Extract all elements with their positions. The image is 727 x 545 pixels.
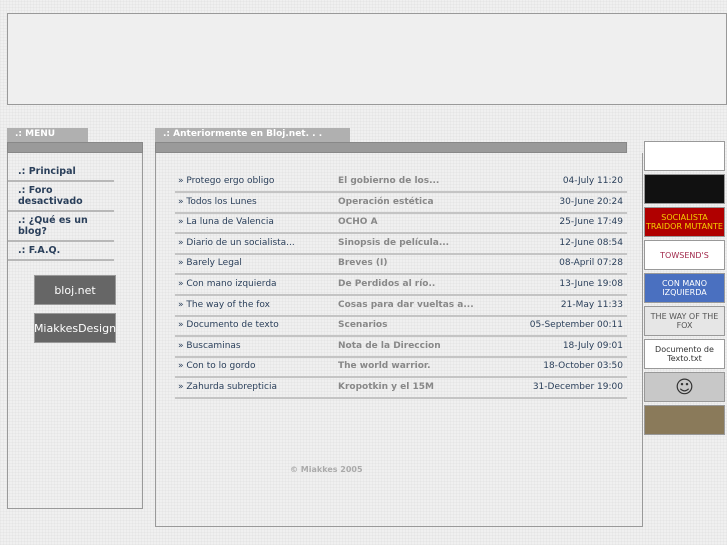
post-date: 04-July 11:20 (562, 176, 623, 186)
bullet-icon: » (178, 279, 184, 289)
side-banner-link[interactable] (644, 174, 725, 204)
post-link[interactable]: » The way of the fox (178, 296, 270, 315)
bullet-icon: » (178, 340, 184, 351)
menu-title: .: MENU (7, 128, 88, 142)
post-title: Diario de un socialista... (186, 237, 295, 248)
table-row: » The way of the fox Cosas para dar vuelt… (175, 296, 627, 317)
post-link[interactable]: » Con mano izquierda (178, 275, 277, 294)
menu-item-foro[interactable]: .: Foro desactivado (8, 182, 114, 212)
post-link[interactable]: » Barely Legal (178, 254, 242, 273)
post-date: 31-December 19:00 (532, 382, 623, 392)
comment-link[interactable]: Nota de la Direccion (338, 337, 441, 356)
bullet-icon: » (178, 237, 184, 248)
table-row: » Protego ergo obligo El gobierno de los.… (175, 172, 627, 193)
post-date: 21-May 11:33 (560, 299, 623, 310)
comment-link[interactable]: De Perdidos al río.. (338, 275, 435, 294)
miakkes-logo[interactable]: MiakkesDesign (34, 313, 116, 343)
comment-link[interactable]: OCHO A (338, 213, 378, 232)
bullet-icon: » (178, 176, 184, 186)
table-row: » Todos los Lunes Operación estética 30-Ju… (175, 193, 627, 214)
post-date: 25-June 17:49 (559, 217, 623, 228)
bloj-logo[interactable]: bloj.net (34, 275, 116, 305)
bullet-icon: » (178, 258, 184, 269)
bullet-icon: » (178, 320, 184, 331)
main-title: .: Anteriormente en Bloj.net. . . (155, 128, 350, 142)
post-link[interactable]: » La luna de Valencia (178, 213, 274, 232)
post-title: Barely Legal (186, 258, 242, 269)
menu-item-faq[interactable]: .: F.A.Q. (8, 242, 114, 261)
comment-link[interactable]: Scenarios (338, 316, 387, 335)
table-row: » Barely Legal Breves (I) 08-April 07:28 (175, 254, 627, 276)
post-link[interactable]: » Con to lo gordo (178, 357, 256, 376)
main-panel: .: Anteriormente en Bloj.net. . . » Prot… (155, 128, 643, 527)
menu-panel: .: MENU .: Principal .: Foro desactivado… (7, 128, 143, 509)
comment-link[interactable]: Cosas para dar vueltas a... (338, 296, 474, 315)
main-header-strip (155, 142, 627, 153)
table-row: » Buscaminas Nota de la Direccion 18-July … (175, 337, 627, 358)
post-date: 05-September 00:11 (529, 320, 623, 331)
footer-copyright: © Miakkes 2005 (290, 465, 363, 474)
post-date: 08-April 07:28 (559, 258, 623, 269)
post-link[interactable]: » Todos los Lunes (178, 193, 257, 212)
post-date: 18-October 03:50 (543, 361, 623, 372)
table-row: » La luna de Valencia OCHO A 25-June 17:49 (175, 213, 627, 235)
post-title: Documento de texto (186, 320, 279, 331)
table-row: » Diario de un socialista... Sinopsis de … (175, 234, 627, 255)
post-link[interactable]: » Protego ergo obligo (178, 172, 274, 191)
comment-link[interactable]: Sinopsis de película... (338, 234, 449, 253)
post-date: 12-June 08:54 (559, 237, 623, 248)
post-link[interactable]: » Diario de un socialista... (178, 234, 295, 253)
side-banner-link[interactable]: ☺ (644, 372, 725, 402)
side-banner-link[interactable]: THE WAY OF THE FOX (644, 306, 725, 336)
side-banner-link[interactable] (644, 405, 725, 435)
side-banner-link[interactable] (644, 141, 725, 171)
post-title: The way of the fox (186, 299, 270, 310)
post-title: Buscaminas (186, 340, 241, 351)
side-banner-link[interactable]: Documento de Texto.txt (644, 339, 725, 369)
post-link[interactable]: » Documento de texto (178, 316, 279, 335)
post-title: Todos los Lunes (186, 196, 257, 207)
side-banner-link[interactable]: SOCIALISTA TRAIDOR MUTANTE (644, 207, 725, 237)
bullet-icon: » (178, 196, 184, 207)
bullet-icon: » (178, 382, 184, 392)
post-title: La luna de Valencia (186, 217, 274, 228)
bullet-icon: » (178, 361, 184, 372)
post-date: 18-July 09:01 (562, 340, 623, 351)
table-row: » Con mano izquierda De Perdidos al río..… (175, 275, 627, 296)
table-row: » Zahurda subrepticia Kropotkin y el 15M 3… (175, 378, 627, 399)
post-date: 30-June 20:24 (559, 196, 623, 207)
post-title: Protego ergo obligo (186, 176, 275, 186)
bullet-icon: » (178, 299, 184, 310)
bullet-icon: » (178, 217, 184, 228)
menu-item-que-es-blog[interactable]: .: ¿Qué es un blog? (8, 212, 114, 242)
post-date: 13-June 19:08 (559, 279, 623, 289)
comment-link[interactable]: Breves (I) (338, 254, 387, 273)
post-link[interactable]: » Zahurda subrepticia (178, 378, 277, 397)
comment-link[interactable]: El gobierno de los... (338, 172, 439, 191)
menu-header-strip (7, 142, 143, 153)
side-banners: SOCIALISTA TRAIDOR MUTANTE TOWSEND'S CON M… (644, 141, 725, 438)
table-row: » Documento de texto Scenarios 05-Septembe… (175, 316, 627, 338)
comment-link[interactable]: Operación estética (338, 193, 434, 212)
post-title: Con to lo gordo (186, 361, 256, 372)
post-title: Zahurda subrepticia (186, 382, 277, 392)
comment-link[interactable]: The world warrior. (338, 357, 431, 376)
side-banner-link[interactable]: TOWSEND'S (644, 240, 725, 270)
side-banner-link[interactable]: CON MANO IZQUIERDA (644, 273, 725, 303)
post-link[interactable]: » Buscaminas (178, 337, 241, 356)
post-title: Con mano izquierda (186, 279, 277, 289)
menu-item-principal[interactable]: .: Principal (8, 163, 114, 182)
table-row: » Con to lo gordo The world warrior. 18-Oc… (175, 357, 627, 379)
comment-link[interactable]: Kropotkin y el 15M (338, 378, 434, 397)
top-banner (7, 13, 727, 105)
